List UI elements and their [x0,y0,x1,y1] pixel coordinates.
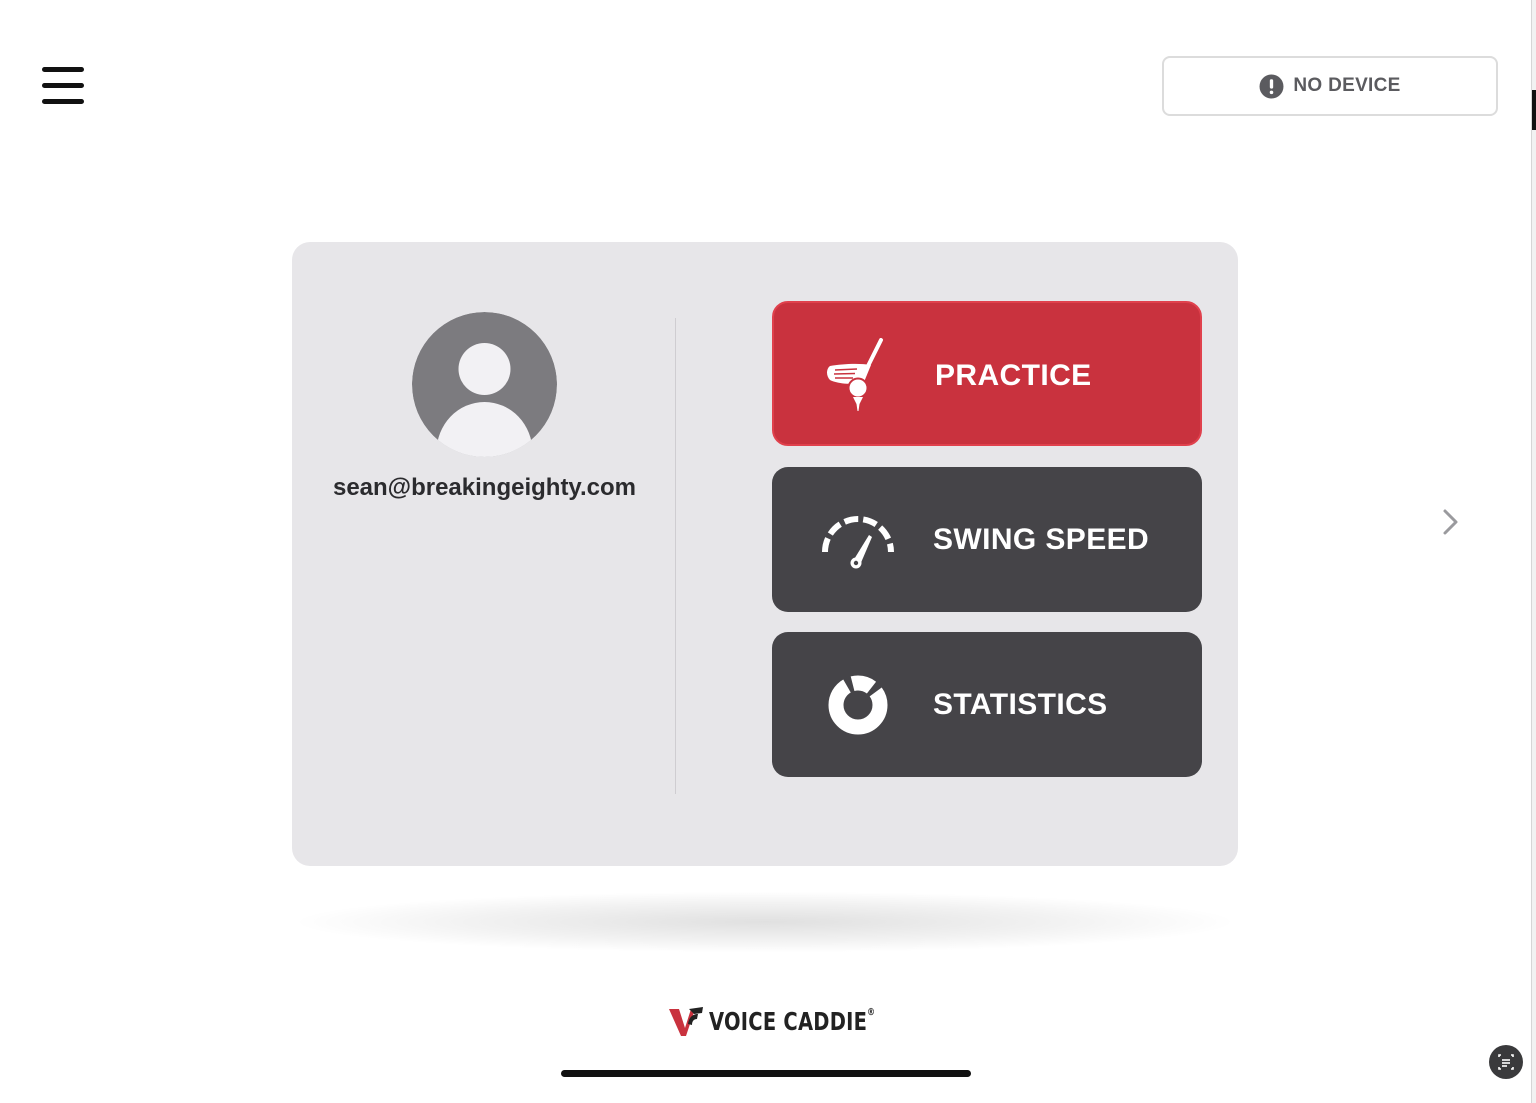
card-shadow [300,892,1230,952]
voice-caddie-logo-icon [669,1007,703,1036]
screen-edge-marker [1532,90,1536,130]
alert-circle-icon [1259,74,1284,98]
user-email: sean@breakingeighty.com [332,474,637,501]
brand-name: VOICE CADDIE® [709,1006,876,1036]
scan-text-glyph [1498,1054,1514,1070]
scan-text-icon[interactable] [1489,1045,1523,1079]
voice-caddie-logo: VOICE CADDIE® [668,1002,922,1040]
statistics-button[interactable]: STATISTICS [772,632,1202,777]
card-divider [675,318,676,794]
home-screen: NO DEVICE sean@breakingeighty.com PRACTI… [0,0,1536,1103]
statistics-label: STATISTICS [933,688,1108,721]
golf-club-icon [827,338,883,411]
swing-speed-label: SWING SPEED [933,523,1150,556]
home-indicator[interactable] [561,1070,971,1077]
device-status-button[interactable]: NO DEVICE [1162,56,1498,116]
practice-button[interactable]: PRACTICE [772,301,1202,446]
practice-label: PRACTICE [935,359,1092,392]
profile-card: sean@breakingeighty.com PRACTICE SWING S… [292,242,1238,866]
device-status-label: NO DEVICE [1293,75,1401,96]
swing-speed-button[interactable]: SWING SPEED [772,467,1202,612]
chevron-right-icon[interactable] [1440,507,1462,537]
user-avatar-icon [412,312,557,457]
speedometer-icon [822,516,894,569]
donut-chart-icon [828,675,888,735]
hamburger-menu-icon[interactable] [42,67,84,105]
screen-edge [1531,0,1536,1103]
